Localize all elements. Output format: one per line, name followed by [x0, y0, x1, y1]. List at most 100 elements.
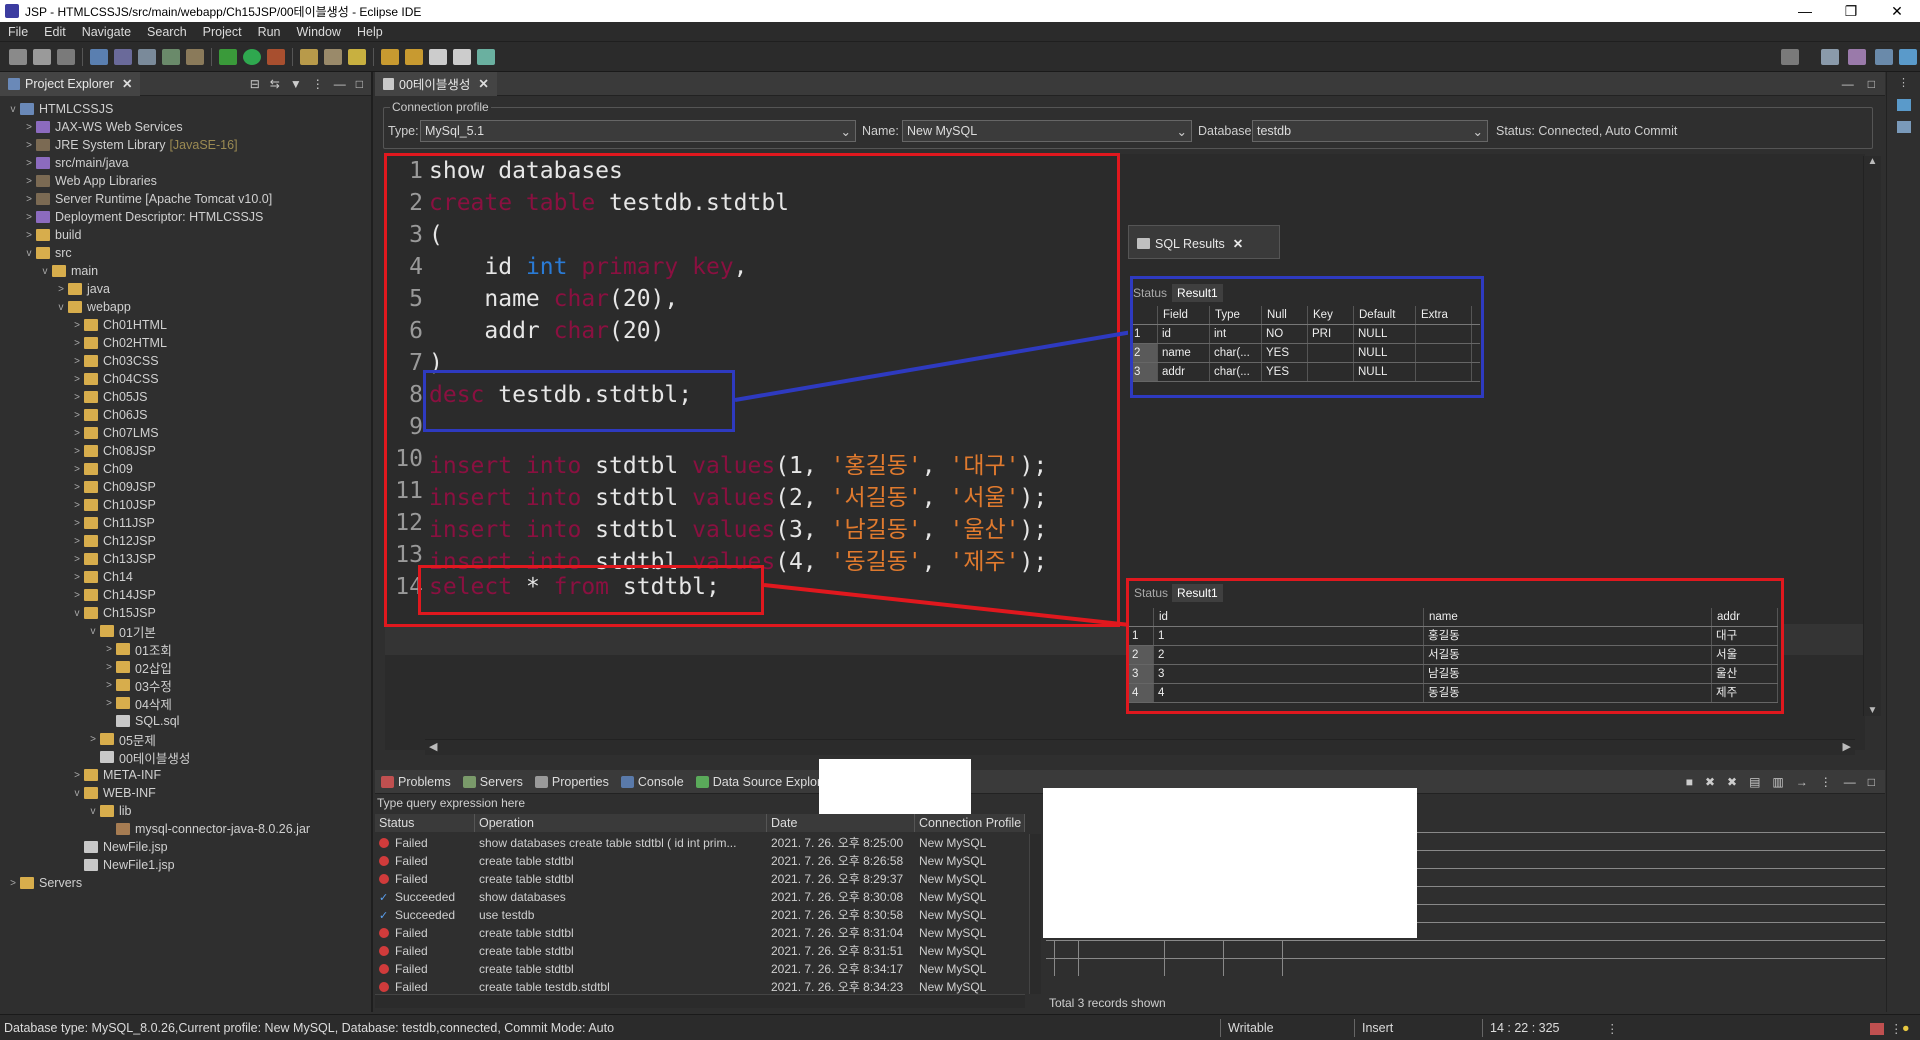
- notification-icon[interactable]: [1870, 1023, 1884, 1035]
- tree-item[interactable]: > Ch08JSP: [0, 442, 371, 460]
- tree-item[interactable]: v webapp: [0, 298, 371, 316]
- history-row[interactable]: Failed create table stdtbl 2021. 7. 26. 오후…: [375, 942, 1025, 960]
- chevron-right-icon[interactable]: >: [102, 662, 116, 673]
- tab-servers[interactable]: Servers: [457, 775, 529, 789]
- tree-item[interactable]: v src: [0, 244, 371, 262]
- tree-item[interactable]: > Ch11JSP: [0, 514, 371, 532]
- collapse-all-icon[interactable]: ⊟: [250, 77, 260, 91]
- tip-icon[interactable]: ●: [1902, 1021, 1910, 1035]
- save-all-icon[interactable]: [57, 48, 75, 65]
- search-tool-icon[interactable]: [300, 48, 318, 65]
- history-h-scrollbar[interactable]: [375, 994, 1025, 1008]
- tree-item[interactable]: > Ch14JSP: [0, 586, 371, 604]
- tree-item[interactable]: > JAX-WS Web Services: [0, 118, 371, 136]
- tree-item[interactable]: v HTMLCSSJS: [0, 100, 371, 118]
- menu-edit[interactable]: Edit: [36, 25, 74, 39]
- tree-item[interactable]: >01조회: [0, 640, 371, 658]
- chevron-right-icon[interactable]: >: [102, 698, 116, 709]
- chevron-right-icon[interactable]: >: [22, 194, 36, 205]
- chevron-down-icon[interactable]: v: [54, 302, 68, 313]
- remove-icon[interactable]: ✖: [1705, 775, 1715, 789]
- chevron-right-icon[interactable]: >: [70, 410, 84, 421]
- status-menu-icon[interactable]: ⋮: [1890, 1021, 1903, 1036]
- minimize-view-icon[interactable]: —: [1844, 775, 1856, 789]
- minimize-button[interactable]: —: [1782, 0, 1828, 22]
- close-icon[interactable]: ✕: [1233, 236, 1243, 251]
- tab-properties[interactable]: Properties: [529, 775, 615, 789]
- chevron-right-icon[interactable]: >: [70, 446, 84, 457]
- tree-item[interactable]: > Servers: [0, 874, 371, 892]
- view-menu-icon[interactable]: ⋮: [1887, 76, 1920, 89]
- tab-data-source-explorer[interactable]: Data Source Explorer: [690, 775, 839, 789]
- chevron-right-icon[interactable]: >: [70, 374, 84, 385]
- chevron-right-icon[interactable]: >: [102, 680, 116, 691]
- chevron-right-icon[interactable]: >: [70, 536, 84, 547]
- history-row[interactable]: Failed create table stdtbl 2021. 7. 26. 오후…: [375, 960, 1025, 978]
- tree-item[interactable]: > Ch12JSP: [0, 532, 371, 550]
- editor-horizontal-scrollbar[interactable]: ◀ ▶: [425, 739, 1855, 755]
- tab-00-table-create[interactable]: 00테이블생성 ✕: [375, 71, 497, 96]
- tree-item[interactable]: v Ch15JSP: [0, 604, 371, 622]
- new-icon[interactable]: [9, 48, 27, 65]
- tree-item[interactable]: > Ch09: [0, 460, 371, 478]
- task-list-icon[interactable]: [1896, 121, 1911, 133]
- chevron-right-icon[interactable]: >: [86, 734, 100, 745]
- tree-item[interactable]: > META-INF: [0, 766, 371, 784]
- pin-icon[interactable]: ▥: [1772, 775, 1783, 789]
- editor-vertical-scrollbar[interactable]: ▲ ▼: [1863, 156, 1881, 716]
- tree-item[interactable]: mysql-connector-java-8.0.26.jar: [0, 820, 371, 838]
- menu-navigate[interactable]: Navigate: [74, 25, 139, 39]
- tree-item[interactable]: > build: [0, 226, 371, 244]
- tree-item[interactable]: > Ch09JSP: [0, 478, 371, 496]
- bookmark-icon[interactable]: [348, 48, 366, 65]
- tree-item[interactable]: SQL.sql: [0, 712, 371, 730]
- tree-item[interactable]: > Ch05JS: [0, 388, 371, 406]
- external-tools-icon[interactable]: [267, 48, 285, 65]
- chevron-right-icon[interactable]: >: [70, 518, 84, 529]
- chevron-down-icon[interactable]: v: [6, 104, 20, 115]
- stop-icon[interactable]: ■: [1686, 775, 1693, 789]
- chevron-down-icon[interactable]: v: [86, 806, 100, 817]
- forward-icon[interactable]: [453, 48, 471, 65]
- chevron-right-icon[interactable]: >: [70, 482, 84, 493]
- menu-file[interactable]: File: [0, 25, 36, 39]
- chevron-right-icon[interactable]: >: [70, 500, 84, 511]
- chevron-right-icon[interactable]: >: [22, 212, 36, 223]
- open-type-icon[interactable]: [90, 48, 108, 65]
- outline-icon[interactable]: [1896, 99, 1911, 111]
- perspective-4-icon[interactable]: [1899, 49, 1917, 65]
- maximize-view-icon[interactable]: □: [356, 77, 363, 91]
- tree-item[interactable]: > Ch07LMS: [0, 424, 371, 442]
- history-row[interactable]: Failed create table stdtbl 2021. 7. 26. 오후…: [375, 924, 1025, 942]
- history-row[interactable]: Failed show databases create table stdtbl…: [375, 834, 1025, 852]
- chevron-right-icon[interactable]: >: [70, 428, 84, 439]
- toolbar-search-icon[interactable]: [1781, 49, 1799, 65]
- history-row[interactable]: ✓ Succeeded use testdb 2021. 7. 26. 오후 8:30…: [375, 906, 1025, 924]
- chevron-right-icon[interactable]: >: [70, 572, 84, 583]
- chevron-right-icon[interactable]: >: [22, 176, 36, 187]
- tree-item[interactable]: NewFile.jsp: [0, 838, 371, 856]
- status-menu-icon[interactable]: ⋮: [1606, 1021, 1619, 1036]
- chevron-right-icon[interactable]: >: [6, 878, 20, 889]
- col-connection-profile[interactable]: Connection Profile: [915, 814, 1025, 832]
- chevron-right-icon[interactable]: >: [102, 644, 116, 655]
- history-row[interactable]: Failed create table stdtbl 2021. 7. 26. 오후…: [375, 870, 1025, 888]
- chevron-right-icon[interactable]: >: [70, 464, 84, 475]
- history-row[interactable]: Failed create table stdtbl 2021. 7. 26. 오후…: [375, 852, 1025, 870]
- link-editor-icon[interactable]: ⇆: [270, 77, 280, 91]
- tree-item[interactable]: > Ch04CSS: [0, 370, 371, 388]
- chevron-down-icon[interactable]: v: [70, 608, 84, 619]
- history-row[interactable]: ✓ Succeeded show databases 2021. 7. 26. 오후 …: [375, 888, 1025, 906]
- tree-item[interactable]: v lib: [0, 802, 371, 820]
- tree-item[interactable]: v 01기본: [0, 622, 371, 640]
- view-menu-icon[interactable]: ⋮: [312, 77, 324, 91]
- menu-project[interactable]: Project: [195, 25, 250, 39]
- chevron-right-icon[interactable]: >: [70, 338, 84, 349]
- view-menu-icon[interactable]: ⋮: [1820, 775, 1832, 789]
- maximize-view-icon[interactable]: □: [1868, 77, 1875, 91]
- chevron-down-icon[interactable]: v: [38, 266, 52, 277]
- perspective-1-icon[interactable]: [1821, 49, 1839, 65]
- database-select[interactable]: testdb ⌄: [1252, 120, 1488, 142]
- save-icon[interactable]: [33, 48, 51, 65]
- filter-icon[interactable]: ▼: [290, 77, 302, 91]
